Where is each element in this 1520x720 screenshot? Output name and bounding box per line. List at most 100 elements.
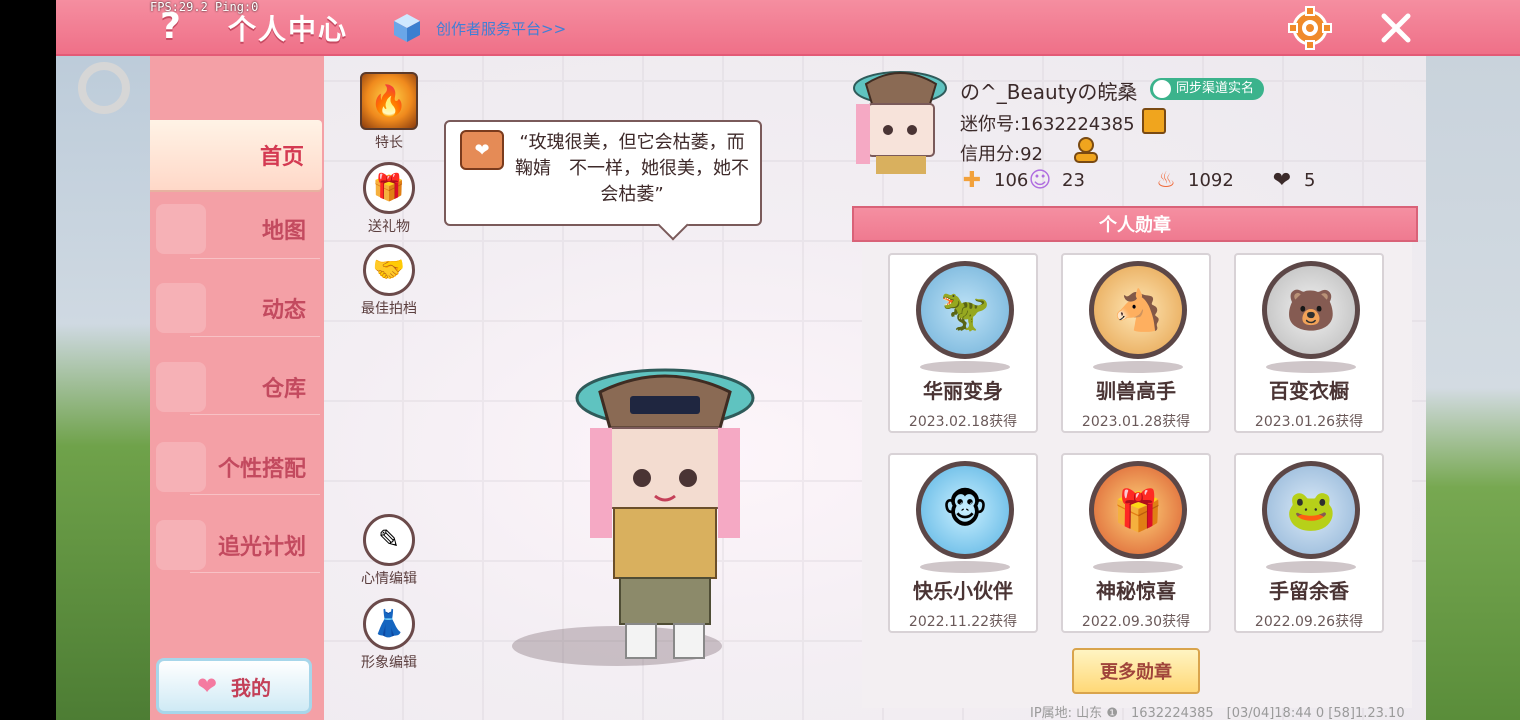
- fps-readout: FPS:29.2: [150, 0, 208, 14]
- medal-card[interactable]: 🐴 驯兽高手 2023.01.28获得: [1061, 253, 1211, 433]
- gift-icon: 🎁: [363, 162, 415, 214]
- nav-item-label: 追光计划: [217, 535, 306, 560]
- heart-icon: ❤: [1272, 167, 1292, 193]
- nav-item-label: 仓库: [261, 377, 306, 402]
- mood-edit-label: 心情编辑: [361, 571, 417, 587]
- nav-item-map[interactable]: 地图: [150, 194, 324, 264]
- copy-icon[interactable]: [1142, 108, 1166, 134]
- edit-icon: ✎: [363, 514, 415, 566]
- more-medals-button[interactable]: 更多勋章: [1072, 648, 1200, 694]
- stat-fans[interactable]: ☺ 23: [1026, 166, 1085, 194]
- plus-card-icon: ✚: [962, 167, 982, 193]
- heart-icon: ❤: [196, 672, 218, 700]
- stat-popularity[interactable]: ♨ 1092: [1152, 166, 1234, 194]
- medal-card[interactable]: 🎁 神秘惊喜 2022.09.30获得: [1061, 453, 1211, 633]
- medal-date: 2023.01.26获得: [1254, 414, 1364, 430]
- medal-section-header: 个人勋章: [852, 206, 1418, 242]
- nav-item-label: 首页: [259, 145, 304, 170]
- look-edit-label: 形象编辑: [361, 655, 417, 671]
- nav-item-label: 地图: [261, 219, 306, 244]
- cube-icon: [394, 14, 420, 42]
- mood-bubble: ❤ “玫瑰很美，但它会枯萎，而鞠婧 不一样，她很美，她不会枯萎”: [444, 120, 762, 226]
- gift-button[interactable]: 🎁 送礼物: [354, 162, 424, 236]
- medal-card[interactable]: 🐸 手留余香 2022.09.26获得: [1234, 453, 1384, 633]
- medal-card[interactable]: 🦖 华丽变身 2023.02.18获得: [888, 253, 1038, 433]
- medal-card[interactable]: 🐵 快乐小伙伴 2022.11.22获得: [888, 453, 1038, 633]
- handshake-icon: 🤝: [363, 244, 415, 296]
- partner-label: 最佳拍档: [361, 301, 417, 317]
- medal-plinth: [1093, 561, 1183, 573]
- medal-transform-icon: 🦖: [916, 261, 1014, 359]
- medal-plinth: [920, 561, 1010, 573]
- medal-header-label: 个人勋章: [1099, 215, 1171, 236]
- profile-avatar[interactable]: [850, 66, 952, 176]
- clothes-icon: 👗: [363, 598, 415, 650]
- credit-person-icon[interactable]: [1072, 136, 1100, 164]
- more-medals-label: 更多勋章: [1100, 662, 1172, 683]
- nav-item-light-plan[interactable]: 追光计划: [150, 510, 324, 580]
- flame-icon: ♨: [1156, 167, 1176, 193]
- medal-plinth: [1266, 361, 1356, 373]
- close-icon[interactable]: [1376, 8, 1416, 48]
- medal-plinth: [920, 361, 1010, 373]
- look-edit-button[interactable]: 👗 形象编辑: [354, 598, 424, 672]
- specialty-icon: 🔥: [360, 72, 418, 130]
- medal-name: 华丽变身: [923, 379, 1003, 403]
- avatar-character[interactable]: [570, 368, 780, 668]
- debug-overlay: FPS:29.2 Ping:0: [150, 0, 258, 14]
- medal-card[interactable]: 🐻 百变衣橱 2023.01.26获得: [1234, 253, 1384, 433]
- outfit-icon: [156, 442, 206, 492]
- fans-icon: ☺: [1028, 167, 1052, 193]
- plan-icon: [156, 520, 206, 570]
- medal-date: 2023.02.18获得: [908, 414, 1018, 430]
- mood-emoji-icon: ❤: [460, 130, 504, 170]
- house-icon: [156, 362, 206, 412]
- medal-date: 2022.09.26获得: [1254, 614, 1364, 630]
- my-button[interactable]: ❤ 我的: [156, 658, 312, 714]
- stat-value: 1092: [1188, 169, 1234, 191]
- specialty-button[interactable]: 🔥 特长: [354, 72, 424, 152]
- mini-id: 迷你号:1632224385: [960, 114, 1135, 135]
- specialty-label: 特长: [375, 135, 403, 151]
- medal-name: 快乐小伙伴: [913, 579, 1013, 603]
- medal-surprise-icon: 🎁: [1089, 461, 1187, 559]
- medal-name: 神秘惊喜: [1096, 579, 1176, 603]
- sidebar-nav: 首页 地图 动态 仓库 个性搭配 追光计划: [150, 56, 324, 720]
- medal-name: 百变衣橱: [1269, 379, 1349, 403]
- medal-buddy-icon: 🐵: [916, 461, 1014, 559]
- nav-item-home[interactable]: 首页: [150, 120, 322, 190]
- float-ring-button[interactable]: [78, 62, 130, 114]
- medal-name: 驯兽高手: [1096, 379, 1176, 403]
- medal-fragrance-icon: 🐸: [1262, 461, 1360, 559]
- nav-item-feed[interactable]: 动态: [150, 273, 324, 343]
- map-icon: [156, 204, 206, 254]
- game-background-right: [1426, 56, 1520, 720]
- nav-item-label: 动态: [261, 298, 306, 323]
- gear-icon[interactable]: [1288, 6, 1332, 50]
- verify-badge[interactable]: 同步渠道实名: [1150, 78, 1265, 100]
- gift-label: 送礼物: [368, 219, 410, 235]
- footer-info: IP属地: 山东 ❶ 1632224385 [03/04]18:44 0 [58…: [1030, 706, 1405, 720]
- stat-collect[interactable]: ✚ 106: [958, 166, 1029, 194]
- mood-text: “玫瑰很美，但它会枯萎，而鞠婧 不一样，她很美，她不会枯萎”: [515, 132, 749, 205]
- profile-name: の^_Beautyの皖桑: [960, 80, 1138, 104]
- page-title: 个人中心: [228, 13, 349, 46]
- nav-item-warehouse[interactable]: 仓库: [150, 352, 324, 422]
- creator-platform-link[interactable]: 创作者服务平台>>: [436, 18, 566, 39]
- credit-score: 信用分:92: [960, 144, 1043, 165]
- medal-wardrobe-icon: 🐻: [1262, 261, 1360, 359]
- bell-icon: [156, 283, 206, 333]
- medal-tamer-icon: 🐴: [1089, 261, 1187, 359]
- medal-plinth: [1266, 561, 1356, 573]
- medal-plinth: [1093, 361, 1183, 373]
- medal-date: 2023.01.28获得: [1081, 414, 1191, 430]
- stat-value: 23: [1062, 169, 1085, 191]
- ping-readout: Ping:0: [215, 0, 259, 14]
- stat-value: 5: [1304, 169, 1316, 191]
- nav-item-label: 个性搭配: [217, 457, 306, 482]
- partner-button[interactable]: 🤝 最佳拍档: [354, 244, 424, 318]
- mood-edit-button[interactable]: ✎ 心情编辑: [354, 514, 424, 588]
- medal-date: 2022.11.22获得: [908, 614, 1018, 630]
- nav-item-outfit[interactable]: 个性搭配: [150, 432, 324, 502]
- stat-likes[interactable]: ❤ 5: [1268, 166, 1316, 194]
